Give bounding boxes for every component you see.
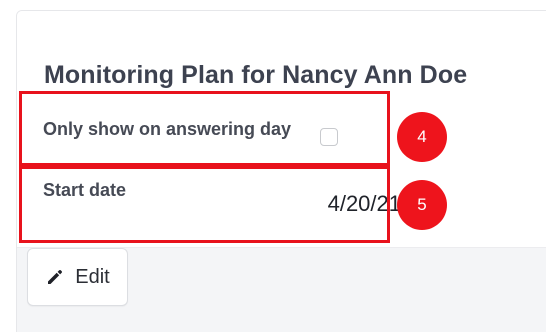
highlight-box-5 — [19, 163, 390, 243]
annotation-number: 4 — [417, 127, 427, 146]
page-title: Monitoring Plan for Nancy Ann Doe — [44, 61, 468, 89]
annotation-marker-4: 4 — [397, 112, 447, 162]
annotation-marker-5: 5 — [397, 180, 447, 230]
pencil-icon — [45, 267, 65, 287]
edit-button-label: Edit — [75, 265, 110, 288]
edit-button[interactable]: Edit — [27, 248, 128, 306]
annotation-number: 5 — [417, 195, 427, 214]
highlight-box-4 — [19, 91, 390, 169]
